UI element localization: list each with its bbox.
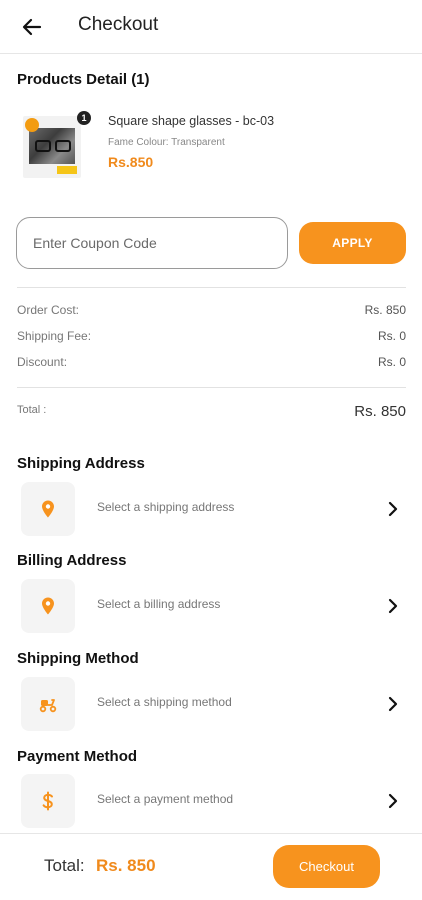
icon-container	[21, 579, 75, 633]
discount-label: Discount:	[17, 355, 68, 369]
footer-total-value: Rs. 850	[96, 856, 156, 875]
chevron-right-icon	[388, 598, 398, 614]
chevron-right-icon	[388, 696, 398, 712]
shipping-method-selector[interactable]: Select a shipping method	[17, 673, 406, 737]
product-price: Rs.850	[108, 154, 154, 170]
payment-method-selector[interactable]: Select a payment method	[17, 770, 406, 834]
payment-method-placeholder: Select a payment method	[97, 792, 234, 806]
order-cost-label: Order Cost:	[17, 303, 80, 317]
footer-total-label: Total:	[44, 856, 85, 875]
location-pin-icon	[42, 597, 54, 615]
dollar-icon	[42, 791, 53, 811]
shipping-address-title: Shipping Address	[17, 455, 145, 472]
arrow-left-icon[interactable]	[20, 15, 44, 39]
chevron-right-icon	[388, 793, 398, 809]
payment-method-title: Payment Method	[17, 748, 138, 765]
shipping-address-placeholder: Select a shipping address	[97, 500, 235, 514]
discount-value: Rs. 0	[377, 355, 406, 369]
product-name: Square shape glasses - bc-03	[108, 114, 275, 128]
icon-container	[21, 677, 75, 731]
shipping-address-selector[interactable]: Select a shipping address	[17, 478, 406, 542]
bottom-checkout-bar: Total: Rs. 850 Checkout	[0, 833, 422, 900]
icon-container	[21, 482, 75, 536]
billing-address-selector[interactable]: Select a billing address	[17, 575, 406, 639]
billing-address-title: Billing Address	[17, 552, 127, 569]
shipping-fee-value: Rs. 0	[377, 329, 406, 343]
billing-address-placeholder: Select a billing address	[97, 597, 221, 611]
coupon-code-input[interactable]	[16, 217, 288, 269]
checkout-button[interactable]: Checkout	[273, 845, 380, 888]
app-bar: Checkout	[0, 0, 422, 54]
location-pin-icon	[42, 500, 54, 518]
scooter-icon	[39, 699, 57, 713]
brand-logo-icon	[25, 118, 39, 132]
summary-total-value: Rs. 850	[354, 403, 406, 420]
products-section-title: Products Detail (1)	[17, 71, 150, 88]
quantity-badge: 1	[77, 111, 91, 125]
shipping-fee-label: Shipping Fee:	[17, 329, 92, 343]
product-item[interactable]: 1 Square shape glasses - bc-03 Fame Colo…	[17, 108, 407, 188]
icon-container	[21, 774, 75, 828]
shipping-method-placeholder: Select a shipping method	[97, 695, 232, 709]
product-thumbnail	[23, 116, 81, 178]
page-title: Checkout	[78, 14, 159, 35]
product-attribute: Fame Colour: Transparent	[108, 137, 225, 148]
chevron-right-icon	[388, 501, 398, 517]
divider	[17, 287, 406, 288]
divider	[17, 387, 406, 388]
summary-total-label: Total :	[17, 404, 47, 416]
apply-coupon-button[interactable]: APPLY	[299, 222, 406, 264]
shipping-method-title: Shipping Method	[17, 650, 139, 667]
order-cost-value: Rs. 850	[364, 303, 406, 317]
